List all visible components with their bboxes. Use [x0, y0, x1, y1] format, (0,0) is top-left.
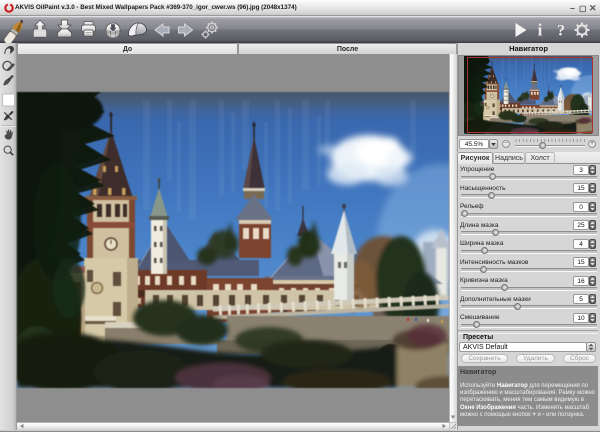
- svg-text:i: i: [538, 21, 543, 40]
- svg-text:?: ?: [557, 23, 565, 40]
